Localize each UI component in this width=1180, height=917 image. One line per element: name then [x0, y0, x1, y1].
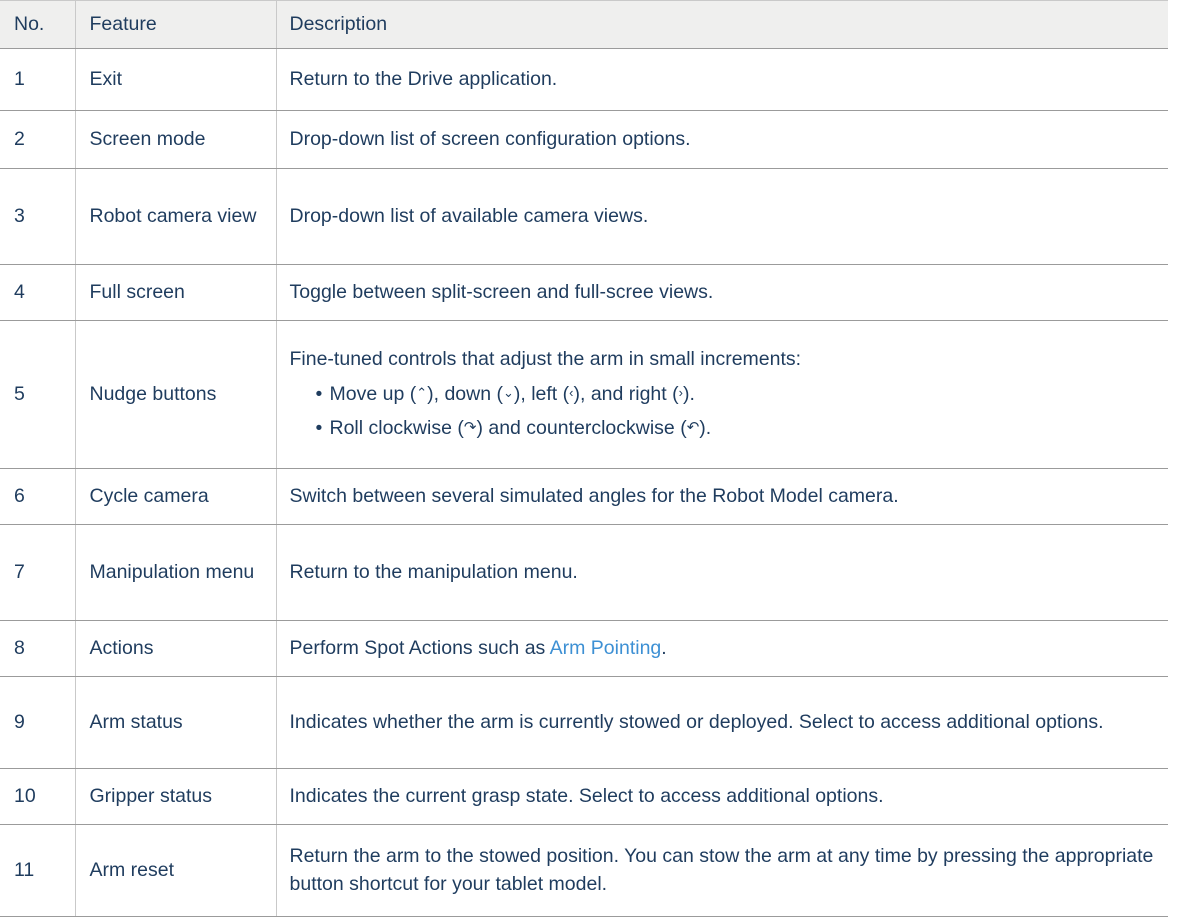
row-description: Return the arm to the stowed position. Y… [276, 825, 1168, 917]
row-description: Indicates the current grasp state. Selec… [276, 769, 1168, 825]
column-header-description: Description [276, 1, 1168, 49]
row-description: Drop-down list of available camera views… [276, 169, 1168, 265]
row-feature: Full screen [75, 265, 276, 321]
table-row: 4 Full screen Toggle between split-scree… [0, 265, 1168, 321]
row-description: Return to the manipulation menu. [276, 525, 1168, 621]
table-row: 11 Arm reset Return the arm to the stowe… [0, 825, 1168, 917]
move-prefix-text: Move up ( [330, 383, 417, 405]
arrow-up-icon: ⌃ [416, 386, 427, 399]
row-feature: Nudge buttons [75, 321, 276, 469]
table-row: 2 Screen mode Drop-down list of screen c… [0, 111, 1168, 169]
move-suffix-text: ). [683, 383, 695, 405]
move-mid-text-3: ), and right ( [573, 383, 678, 405]
row-description: Drop-down list of screen configuration o… [276, 111, 1168, 169]
roll-prefix-text: Roll clockwise ( [330, 417, 464, 439]
column-header-no: No. [0, 1, 75, 49]
list-item: Roll clockwise (↷) and counterclockwise … [316, 415, 1156, 443]
rotate-clockwise-icon: ↷ [464, 420, 477, 435]
row-description: Fine-tuned controls that adjust the arm … [276, 321, 1168, 469]
row-number: 10 [0, 769, 75, 825]
row-feature: Robot camera view [75, 169, 276, 265]
description-intro: Fine-tuned controls that adjust the arm … [290, 346, 1156, 374]
row-number: 7 [0, 525, 75, 621]
table-body: 1 Exit Return to the Drive application. … [0, 49, 1168, 917]
table-header-row: No. Feature Description [0, 1, 1168, 49]
arrow-left-icon: ‹ [569, 386, 573, 399]
row-feature: Exit [75, 49, 276, 111]
row-number: 3 [0, 169, 75, 265]
description-text-after-link: . [661, 637, 666, 659]
row-feature: Cycle camera [75, 469, 276, 525]
arrow-down-icon: ⌄ [503, 386, 514, 399]
row-description: Indicates whether the arm is currently s… [276, 677, 1168, 769]
table-row: 8 Actions Perform Spot Actions such as A… [0, 621, 1168, 677]
table-row: 3 Robot camera view Drop-down list of av… [0, 169, 1168, 265]
row-number: 5 [0, 321, 75, 469]
table-row: 1 Exit Return to the Drive application. [0, 49, 1168, 111]
row-description: Toggle between split-screen and full-scr… [276, 265, 1168, 321]
roll-mid-text: ) and counterclockwise ( [476, 417, 686, 439]
row-feature: Actions [75, 621, 276, 677]
description-text-before-link: Perform Spot Actions such as [290, 637, 550, 659]
row-feature: Arm status [75, 677, 276, 769]
row-number: 2 [0, 111, 75, 169]
roll-suffix-text: ). [699, 417, 711, 439]
arrow-right-icon: › [679, 386, 683, 399]
table-row: 6 Cycle camera Switch between several si… [0, 469, 1168, 525]
column-header-feature: Feature [75, 1, 276, 49]
list-item: Move up (⌃), down (⌄), left (‹), and rig… [316, 381, 1156, 409]
move-mid-text-2: ), left ( [514, 383, 569, 405]
row-feature: Screen mode [75, 111, 276, 169]
row-description: Switch between several simulated angles … [276, 469, 1168, 525]
row-number: 11 [0, 825, 75, 917]
row-number: 1 [0, 49, 75, 111]
table-row: 5 Nudge buttons Fine-tuned controls that… [0, 321, 1168, 469]
table-row: 9 Arm status Indicates whether the arm i… [0, 677, 1168, 769]
row-feature: Manipulation menu [75, 525, 276, 621]
row-description: Perform Spot Actions such as Arm Pointin… [276, 621, 1168, 677]
row-number: 4 [0, 265, 75, 321]
row-description: Return to the Drive application. [276, 49, 1168, 111]
table-row: 10 Gripper status Indicates the current … [0, 769, 1168, 825]
arm-pointing-link[interactable]: Arm Pointing [550, 637, 662, 659]
table-header: No. Feature Description [0, 1, 1168, 49]
row-number: 9 [0, 677, 75, 769]
rotate-counterclockwise-icon: ↶ [687, 420, 700, 435]
nudge-bullet-list: Move up (⌃), down (⌄), left (‹), and rig… [290, 381, 1156, 443]
row-feature: Gripper status [75, 769, 276, 825]
feature-reference-table: No. Feature Description 1 Exit Return to… [0, 0, 1168, 917]
row-feature: Arm reset [75, 825, 276, 917]
move-mid-text-1: ), down ( [427, 383, 503, 405]
table-row: 7 Manipulation menu Return to the manipu… [0, 525, 1168, 621]
row-number: 6 [0, 469, 75, 525]
row-number: 8 [0, 621, 75, 677]
